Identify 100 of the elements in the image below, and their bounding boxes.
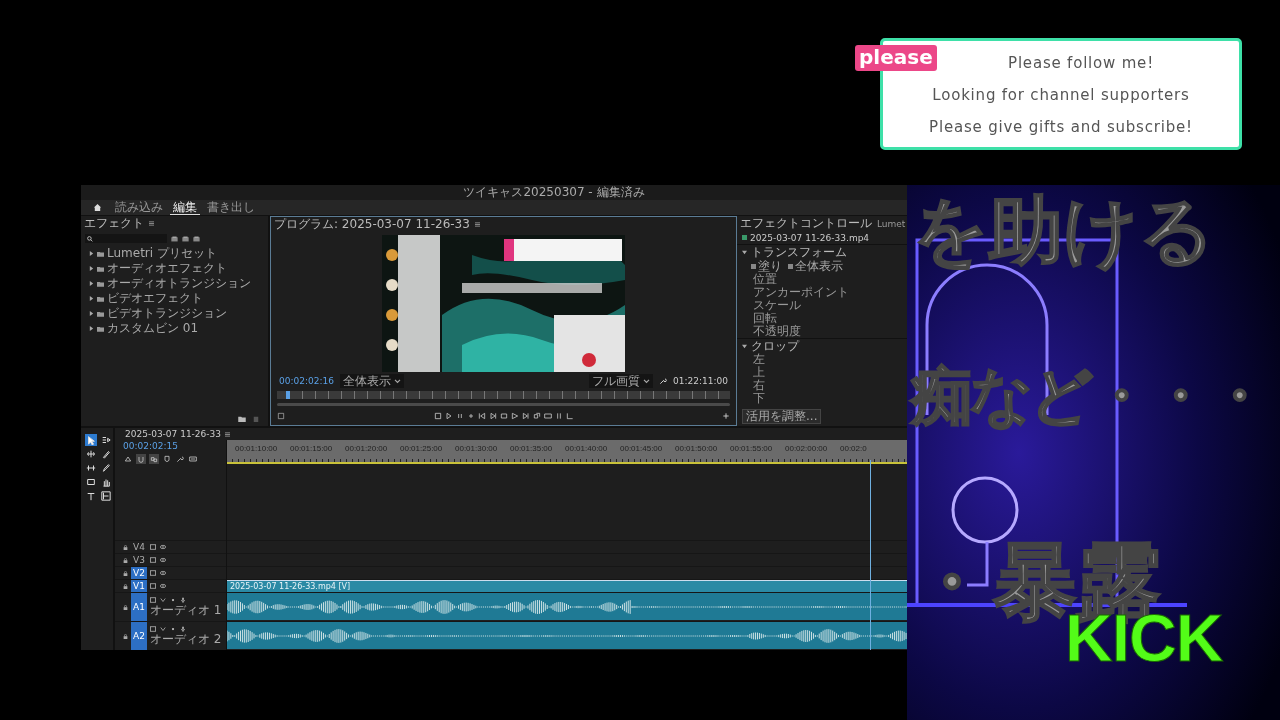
- scrubber-track[interactable]: [277, 391, 730, 399]
- section-header[interactable]: トランスフォーム: [737, 244, 907, 259]
- section-header[interactable]: クロップ: [737, 338, 907, 353]
- track-target[interactable]: A2: [131, 622, 147, 650]
- ripple-tool-icon[interactable]: [85, 448, 97, 460]
- track-target[interactable]: A1: [131, 593, 147, 621]
- ruler-label: 00:01:10:00: [235, 444, 279, 453]
- workspace-tab[interactable]: 読み込み: [112, 200, 166, 215]
- lock-icon[interactable]: [123, 570, 128, 576]
- track-target[interactable]: V4: [131, 541, 147, 553]
- expand-chevron-icon[interactable]: [89, 251, 94, 256]
- link-toggle-icon[interactable]: [149, 454, 159, 464]
- track-target[interactable]: V2: [131, 567, 147, 579]
- track-target[interactable]: V3: [131, 554, 147, 566]
- eye-icon[interactable]: [159, 544, 166, 550]
- expand-chevron-icon[interactable]: [742, 249, 747, 255]
- eye-icon[interactable]: [159, 583, 166, 589]
- expand-chevron-icon[interactable]: [89, 296, 94, 301]
- panel-title: エフェクトコントロール: [740, 216, 872, 232]
- card-text: Looking for channel supporters: [932, 86, 1190, 104]
- property-label: 位置: [752, 273, 778, 286]
- audio-clip[interactable]: [227, 622, 907, 649]
- window-title: ツイキャス20250307 - 編集済み: [462, 185, 645, 201]
- home-icon[interactable]: [93, 203, 102, 212]
- track-name: オーディオ 2: [149, 632, 222, 646]
- expand-chevron-icon[interactable]: [89, 326, 94, 331]
- stop-icon[interactable]: [499, 412, 508, 420]
- option-button[interactable]: 全体表示: [788, 257, 843, 275]
- bin-icon[interactable]: [171, 235, 178, 242]
- please-badge: please: [855, 45, 937, 71]
- bin-icon[interactable]: [182, 235, 189, 242]
- microphone-icon[interactable]: [179, 626, 186, 632]
- type-tool-icon[interactable]: [85, 490, 97, 502]
- lock-icon[interactable]: [123, 604, 128, 610]
- lock-icon[interactable]: [123, 583, 128, 589]
- ruler-label: 00:01:35:00: [510, 444, 554, 453]
- effects-folder[interactable]: Lumetri プリセット: [81, 246, 268, 261]
- search-field[interactable]: [85, 234, 167, 243]
- eye-icon[interactable]: [159, 570, 166, 576]
- playhead-line[interactable]: [869, 460, 871, 650]
- expand-chevron-icon[interactable]: [89, 266, 94, 271]
- sequence-tab[interactable]: 2025-03-07 11-26-33: [125, 429, 222, 439]
- card-text: Please follow me!: [1007, 54, 1154, 72]
- safe-margin-icon[interactable]: [277, 412, 285, 420]
- effects-folder[interactable]: カスタムビン 01: [81, 321, 268, 336]
- folder-icon: [97, 310, 104, 317]
- razor-tool-icon[interactable]: [100, 448, 112, 460]
- panel-menu-icon[interactable]: [225, 431, 231, 437]
- panel-tab[interactable]: Lumet: [877, 218, 906, 229]
- pen-tool-icon[interactable]: [100, 462, 112, 474]
- panel-title: エフェクト: [84, 216, 144, 232]
- split-view-icon[interactable]: [554, 412, 563, 420]
- wrench-toggle-icon[interactable]: [175, 454, 185, 464]
- effects-folder[interactable]: ビデオトランジション: [81, 306, 268, 321]
- track-target[interactable]: V1: [131, 580, 147, 592]
- lock-icon[interactable]: [123, 544, 128, 550]
- lock-icon[interactable]: [123, 557, 128, 563]
- playhead[interactable]: [286, 391, 291, 399]
- audio-clip[interactable]: [227, 593, 907, 620]
- lock-icon[interactable]: [123, 633, 128, 639]
- vtype-tool-icon[interactable]: [100, 490, 112, 502]
- ruler-label: 00:01:50:00: [675, 444, 719, 453]
- eye-icon[interactable]: [159, 557, 166, 563]
- track-tool-icon[interactable]: [100, 434, 112, 446]
- workspace-tab[interactable]: 編集: [170, 200, 200, 215]
- go-to-out-icon[interactable]: [521, 412, 530, 420]
- effects-folder[interactable]: ビデオエフェクト: [81, 291, 268, 306]
- panel-menu-icon[interactable]: [474, 222, 480, 227]
- folder-icon: [97, 280, 104, 287]
- snap-toggle-icon[interactable]: [136, 454, 146, 464]
- new-bin-icon[interactable]: [238, 416, 246, 422]
- plus-icon[interactable]: [722, 412, 730, 420]
- pointer-tool-icon[interactable]: [85, 434, 97, 446]
- microphone-icon[interactable]: [179, 597, 186, 603]
- video-clip[interactable]: 2025-03-07 11-26-33.mp4 [V]: [227, 580, 907, 592]
- ruler-label: 00:01:45:00: [620, 444, 664, 453]
- adjust-button[interactable]: 活用を調整...: [742, 409, 822, 424]
- expand-chevron-icon[interactable]: [742, 343, 747, 349]
- panel-menu-icon[interactable]: [149, 221, 154, 226]
- zoom-scroll-bar[interactable]: [277, 403, 730, 406]
- quality-dropdown[interactable]: フル画質: [589, 374, 654, 388]
- go-to-in-icon[interactable]: [477, 412, 486, 420]
- bin-icon[interactable]: [193, 235, 200, 242]
- corner-icon[interactable]: [565, 412, 574, 420]
- expand-chevron-icon[interactable]: [89, 311, 94, 316]
- card-text: Please give gifts and subscribe!: [929, 118, 1193, 136]
- marker-toggle-icon[interactable]: [162, 454, 172, 464]
- wrench-icon[interactable]: [659, 377, 668, 385]
- effects-folder[interactable]: オーディオトランジション: [81, 276, 268, 291]
- zoom-dropdown[interactable]: 全体表示: [339, 374, 404, 388]
- step-forward-icon[interactable]: [488, 412, 497, 420]
- pause-bars-icon[interactable]: [455, 412, 464, 420]
- play-icon[interactable]: [444, 412, 453, 420]
- rect-tool-icon[interactable]: [85, 476, 97, 488]
- track-name: オーディオ 1: [149, 603, 222, 617]
- expand-chevron-icon[interactable]: [89, 281, 94, 286]
- folder-icon: [97, 265, 104, 272]
- ruler-label: 00:02:00:00: [785, 444, 829, 453]
- effects-folder[interactable]: オーディオエフェクト: [81, 261, 268, 276]
- workspace-tab[interactable]: 書き出し: [204, 200, 258, 215]
